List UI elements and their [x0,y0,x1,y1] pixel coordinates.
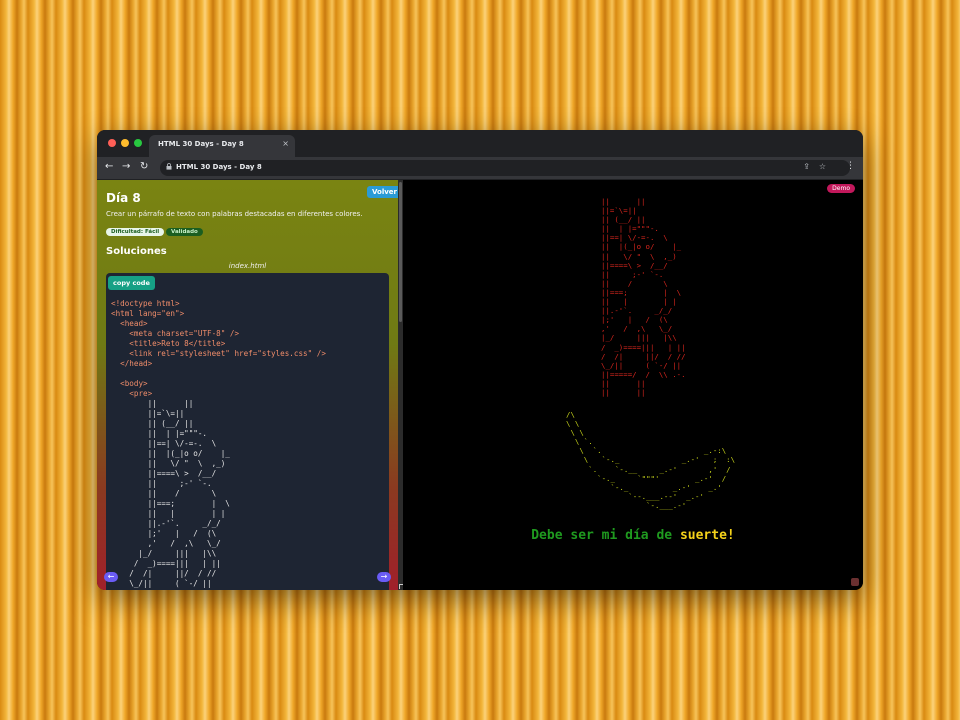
solutions-heading: Soluciones [106,246,167,257]
menu-icon[interactable]: ⋮ [846,161,855,171]
ascii-art-banana: /\ \ \ \ \ \ `. \ `. _.-:\ \ `-._ _.-' ;… [566,410,736,510]
tab-close-icon[interactable]: × [282,139,289,148]
next-arrow-icon[interactable]: → [377,572,391,582]
page-title: Día 8 [106,191,141,205]
code-line-doctype: <!doctype html> [111,299,180,308]
validated-badge: Validado [166,228,203,236]
tab-title: HTML 30 Days - Day 8 [158,140,244,148]
demo-badge: Demo [827,184,855,193]
code-line-meta: <meta charset="UTF-8" /> [129,329,240,338]
close-window-button[interactable] [108,139,116,147]
browser-toolbar: ← → ↻ HTML 30 Days - Day 8 ⇪ ☆ ⋮ [97,157,863,179]
code-line-pre: <pre> [129,389,153,398]
star-icon[interactable]: ☆ [819,162,826,171]
code-line-body: <body> [120,379,148,388]
address-bar[interactable]: HTML 30 Days - Day 8 ⇪ ☆ [160,160,850,176]
prev-arrow-icon[interactable]: ← [104,572,118,582]
maximize-window-button[interactable] [134,139,142,147]
lock-icon [166,163,172,172]
copy-code-button[interactable]: copy code [108,276,155,290]
page-content: Volver Día 8 Crear un párrafo de texto c… [97,180,863,590]
challenge-panel: Volver Día 8 Crear un párrafo de texto c… [97,180,398,590]
lucky-message: Debe ser mi día de suerte! [403,528,863,543]
demo-preview: Demo || || ||=`\=|| || (__/ || || | |=""… [403,180,863,590]
back-icon[interactable]: ← [105,161,113,173]
ascii-art-man: || || ||=`\=|| || (__/ || || | |="""-. |… [601,197,686,397]
code-line-title: <title>Reto 8</title> [129,339,226,348]
volver-button[interactable]: Volver [367,186,398,198]
share-icon[interactable]: ⇪ [803,162,810,171]
minimize-window-button[interactable] [121,139,129,147]
message-highlight: suerte! [679,528,735,543]
tab-bar: HTML 30 Days - Day 8 × [97,130,863,157]
code-content: <!doctype html> <html lang="en"> <head> … [111,299,326,590]
code-line-html: <html lang="en"> [111,309,185,318]
code-block[interactable]: copy code <!doctype html> <html lang="en… [106,273,389,590]
tab-active[interactable]: HTML 30 Days - Day 8 × [149,135,295,157]
code-line-head-open: <head> [120,319,148,328]
code-ascii-art: || || ||=`\=|| || (__/ || || | |="""-. |… [129,399,234,590]
code-line-head-close: </head> [120,359,153,368]
code-line-link: <link rel="stylesheet" href="styles.css"… [129,349,326,358]
forward-icon[interactable]: → [122,161,130,173]
scrollbar-thumb[interactable] [399,182,402,322]
reload-icon[interactable]: ↻ [140,161,148,173]
message-text: Debe ser mi día de [531,528,680,543]
url-text: HTML 30 Days - Day 8 [176,163,262,171]
file-name-label: index.html [228,262,267,270]
challenge-description: Crear un párrafo de texto con palabras d… [106,210,363,218]
difficulty-badge: Dificultad: Fácil [106,228,165,236]
corner-icon [851,578,859,586]
browser-window: HTML 30 Days - Day 8 × ← → ↻ HTML 30 Day… [97,130,863,590]
